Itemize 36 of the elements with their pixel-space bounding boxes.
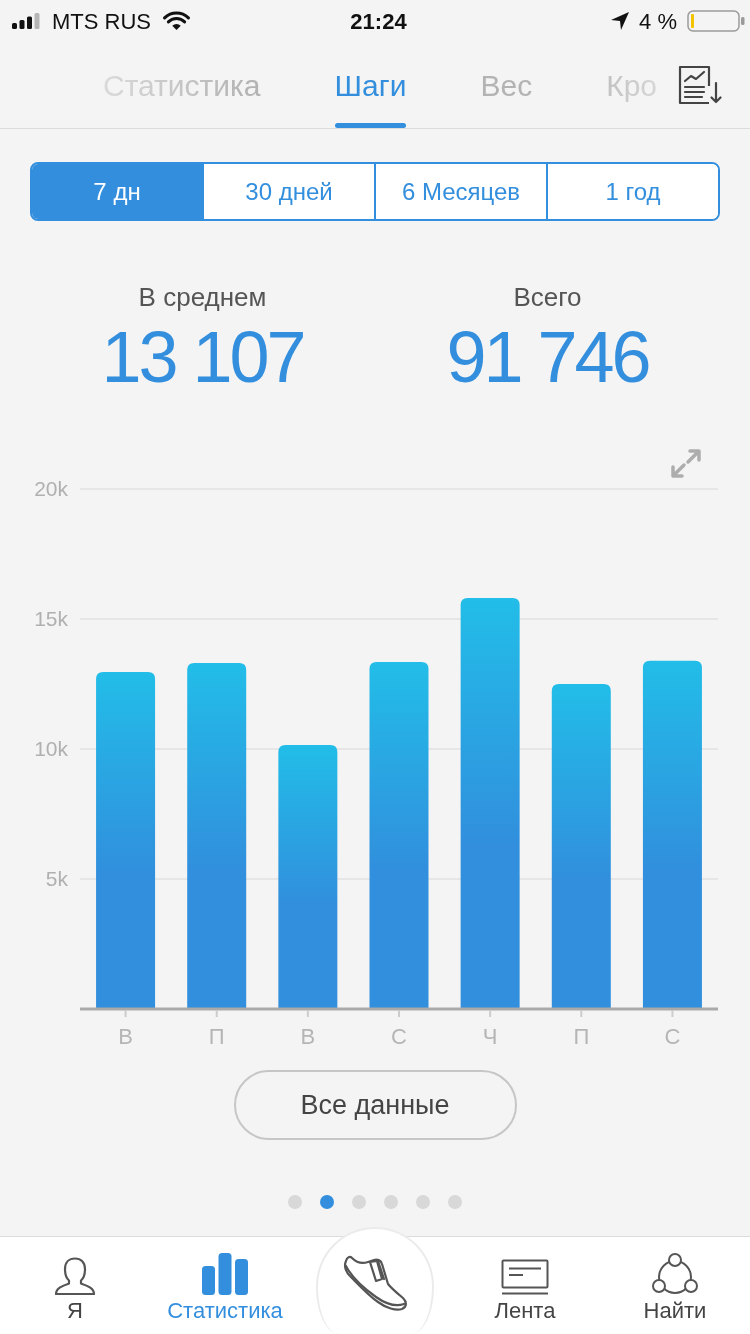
all-data-button[interactable]: Все данные [233,1070,517,1140]
network-circles-icon [651,1253,699,1295]
clock-time: 21:24 [350,7,407,36]
wifi-icon [163,11,190,31]
x-axis-label: Ч [482,1024,498,1049]
x-axis-label: С [664,1024,681,1049]
battery-percentage: 4 % [639,7,677,36]
nav-tab[interactable]: Статистика [150,1237,300,1334]
category-tab[interactable]: Вес [480,42,533,128]
location-arrow-icon [611,12,630,30]
x-axis-label: В [118,1024,133,1049]
nav-tab[interactable]: Найти [600,1237,750,1334]
y-axis-label: 5k [45,867,68,890]
summary-label: Всего [513,282,582,312]
person-icon [54,1257,96,1295]
summary-value: 13 107 [101,321,304,393]
x-axis-label: П [208,1024,225,1049]
period-tab[interactable]: 7 дн [32,164,202,219]
nav-tab[interactable]: Лента [450,1237,600,1334]
period-tab[interactable]: 1 год [546,164,718,219]
battery-icon [687,10,745,32]
summary-label: В среднем [138,282,267,312]
category-tab[interactable]: Шаги [334,42,407,128]
y-axis-label: 20k [34,480,68,500]
summary-value: 91 746 [446,321,649,393]
y-axis-label: 10k [34,737,68,760]
y-axis-label: 15k [34,607,68,630]
bar-chart-icon [202,1253,248,1295]
chart-document-icon[interactable] [678,65,722,105]
x-axis-label: В [300,1024,316,1049]
x-axis-label: С [391,1024,407,1049]
signal-icon [12,13,40,29]
nav-tab[interactable]: Я [0,1237,150,1334]
carrier-name: MTS RUS [52,7,151,36]
news-screen-icon [501,1259,549,1295]
x-axis-label: П [573,1024,590,1049]
